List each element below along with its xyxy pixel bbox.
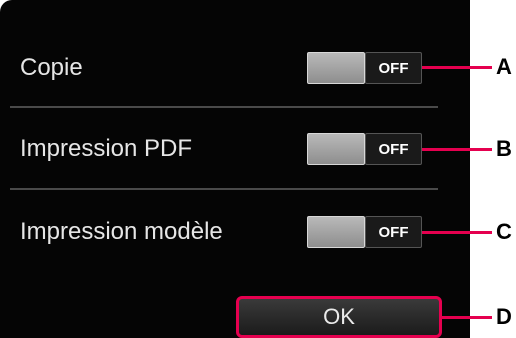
setting-row-copie[interactable]: Copie OFF <box>0 32 470 104</box>
callout-letter-c: C <box>496 219 512 244</box>
setting-row-impression-pdf[interactable]: Impression PDF OFF <box>0 113 470 185</box>
toggle-track: OFF <box>365 216 422 248</box>
impression-modele-toggle[interactable]: OFF <box>307 216 422 248</box>
toggle-knob <box>307 216 365 248</box>
toggle-knob <box>307 52 365 84</box>
toggle-knob <box>307 133 365 165</box>
row-divider <box>10 188 438 190</box>
setting-row-impression-modele[interactable]: Impression modèle OFF <box>0 196 470 268</box>
toggle-track: OFF <box>365 133 422 165</box>
setting-label: Impression PDF <box>20 135 193 162</box>
copie-toggle[interactable]: OFF <box>307 52 422 84</box>
callout-letter-a: A <box>496 54 512 79</box>
callout-line-d <box>442 316 492 319</box>
toggle-state: OFF <box>378 223 409 241</box>
settings-screen: Copie OFF Impression PDF OFF Impression … <box>0 0 470 338</box>
setting-label: Impression modèle <box>20 218 223 245</box>
toggle-track: OFF <box>365 52 422 84</box>
impression-pdf-toggle[interactable]: OFF <box>307 133 422 165</box>
ok-button-label: OK <box>323 304 355 329</box>
ok-button[interactable]: OK <box>236 296 442 338</box>
callout-line-a <box>422 66 492 69</box>
toggle-state: OFF <box>378 140 409 158</box>
callout-line-b <box>422 148 492 151</box>
toggle-state: OFF <box>378 59 409 77</box>
row-divider <box>10 106 438 108</box>
callout-letter-d: D <box>496 304 512 329</box>
callout-line-c <box>422 231 492 234</box>
callout-letter-b: B <box>496 136 512 161</box>
setting-label: Copie <box>20 54 83 81</box>
